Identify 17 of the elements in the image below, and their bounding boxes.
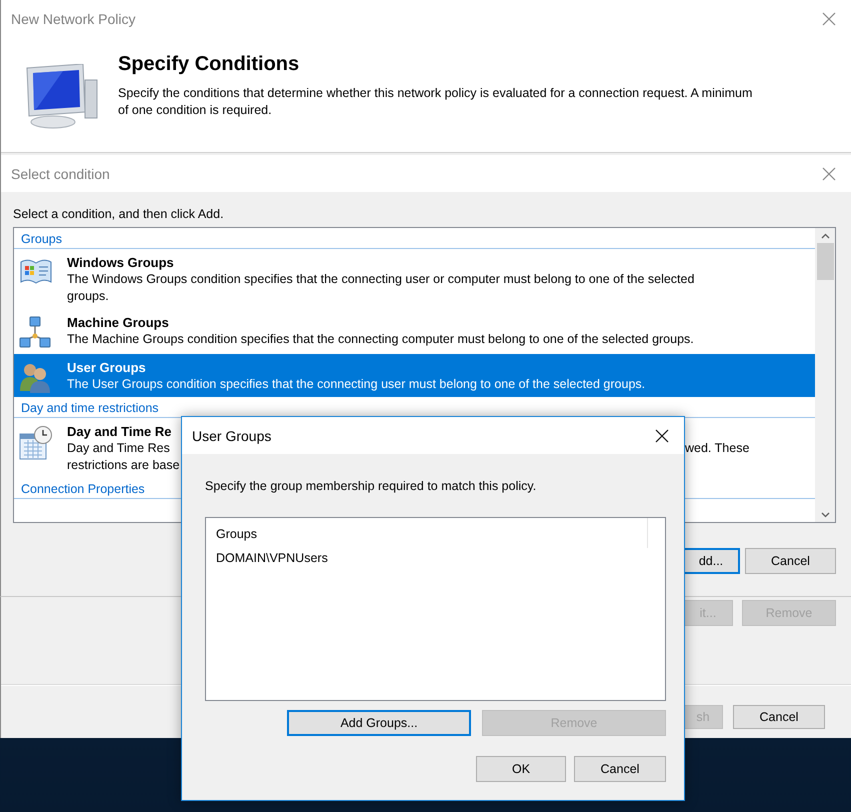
page-description: Specify the conditions that determine whether this network policy is evaluated for a connection request. A minimum of one condition is required. bbox=[118, 85, 752, 119]
page-heading: Specify Conditions bbox=[118, 52, 300, 77]
condition-description: The Windows Groups condition specifies that the connecting user or computer must belong to one of the selected groups. bbox=[67, 271, 696, 305]
window-title: Select condition bbox=[11, 166, 110, 182]
condition-title: Windows Groups bbox=[67, 254, 175, 271]
instruction-text: Specify the group membership required to match this policy. bbox=[205, 479, 538, 493]
instruction-text: Select a condition, and then click Add. bbox=[13, 207, 225, 221]
condition-description: Day and Time Res restrictions are base bbox=[67, 440, 181, 474]
section-header: Groups bbox=[14, 228, 815, 249]
window-title: New Network Policy bbox=[11, 10, 136, 26]
condition-title: Machine Groups bbox=[67, 314, 170, 331]
condition-title: Day and Time Re bbox=[67, 423, 173, 440]
condition-description: wed. These bbox=[685, 440, 750, 457]
condition-description: The Machine Groups condition specifies that the connecting computer must belong to one of the selected groups. bbox=[67, 331, 695, 348]
condition-description: The User Groups condition specifies that the connecting user must belong to one of the selected groups. bbox=[67, 376, 646, 393]
window-title: User Groups bbox=[192, 428, 272, 444]
condition-title: User Groups bbox=[67, 359, 147, 376]
